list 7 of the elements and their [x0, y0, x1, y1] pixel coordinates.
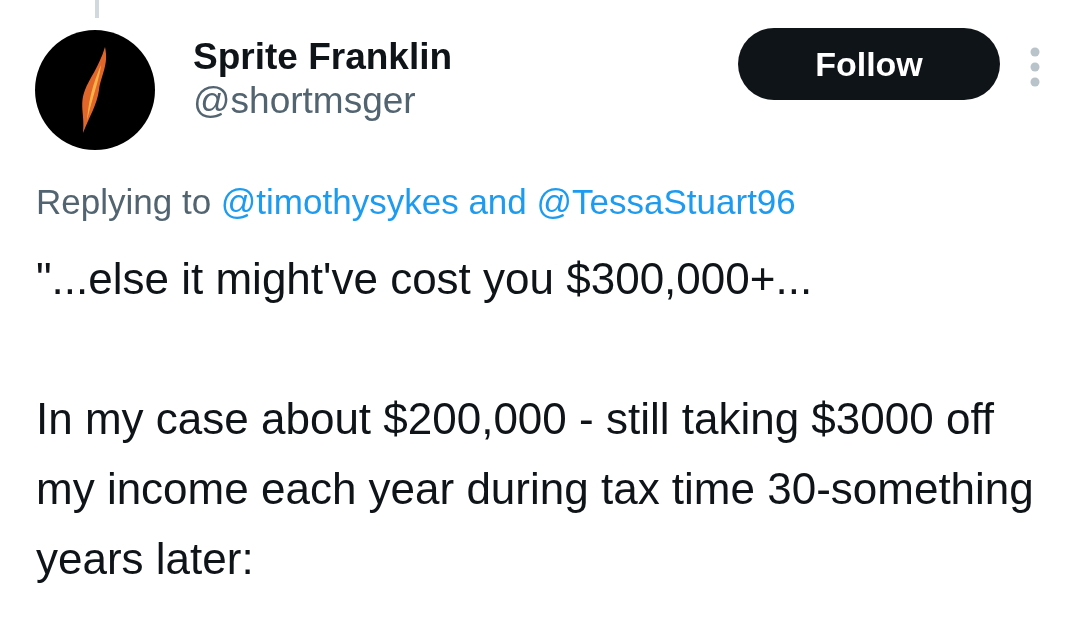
- mention-joiner: and: [468, 182, 527, 221]
- follow-button[interactable]: Follow: [738, 28, 1000, 100]
- tweet-paragraph: "...else it might've cost you $300,000+...: [36, 253, 814, 305]
- tweet-paragraph: In my case about $200,000 - still taking $3000 off my income each year during tax time 30-something years later:: [36, 393, 1035, 585]
- replying-to-label: Replying to: [36, 182, 212, 221]
- author-handle[interactable]: @shortmsger: [193, 79, 738, 123]
- author-name[interactable]: Sprite Franklin: [193, 35, 738, 79]
